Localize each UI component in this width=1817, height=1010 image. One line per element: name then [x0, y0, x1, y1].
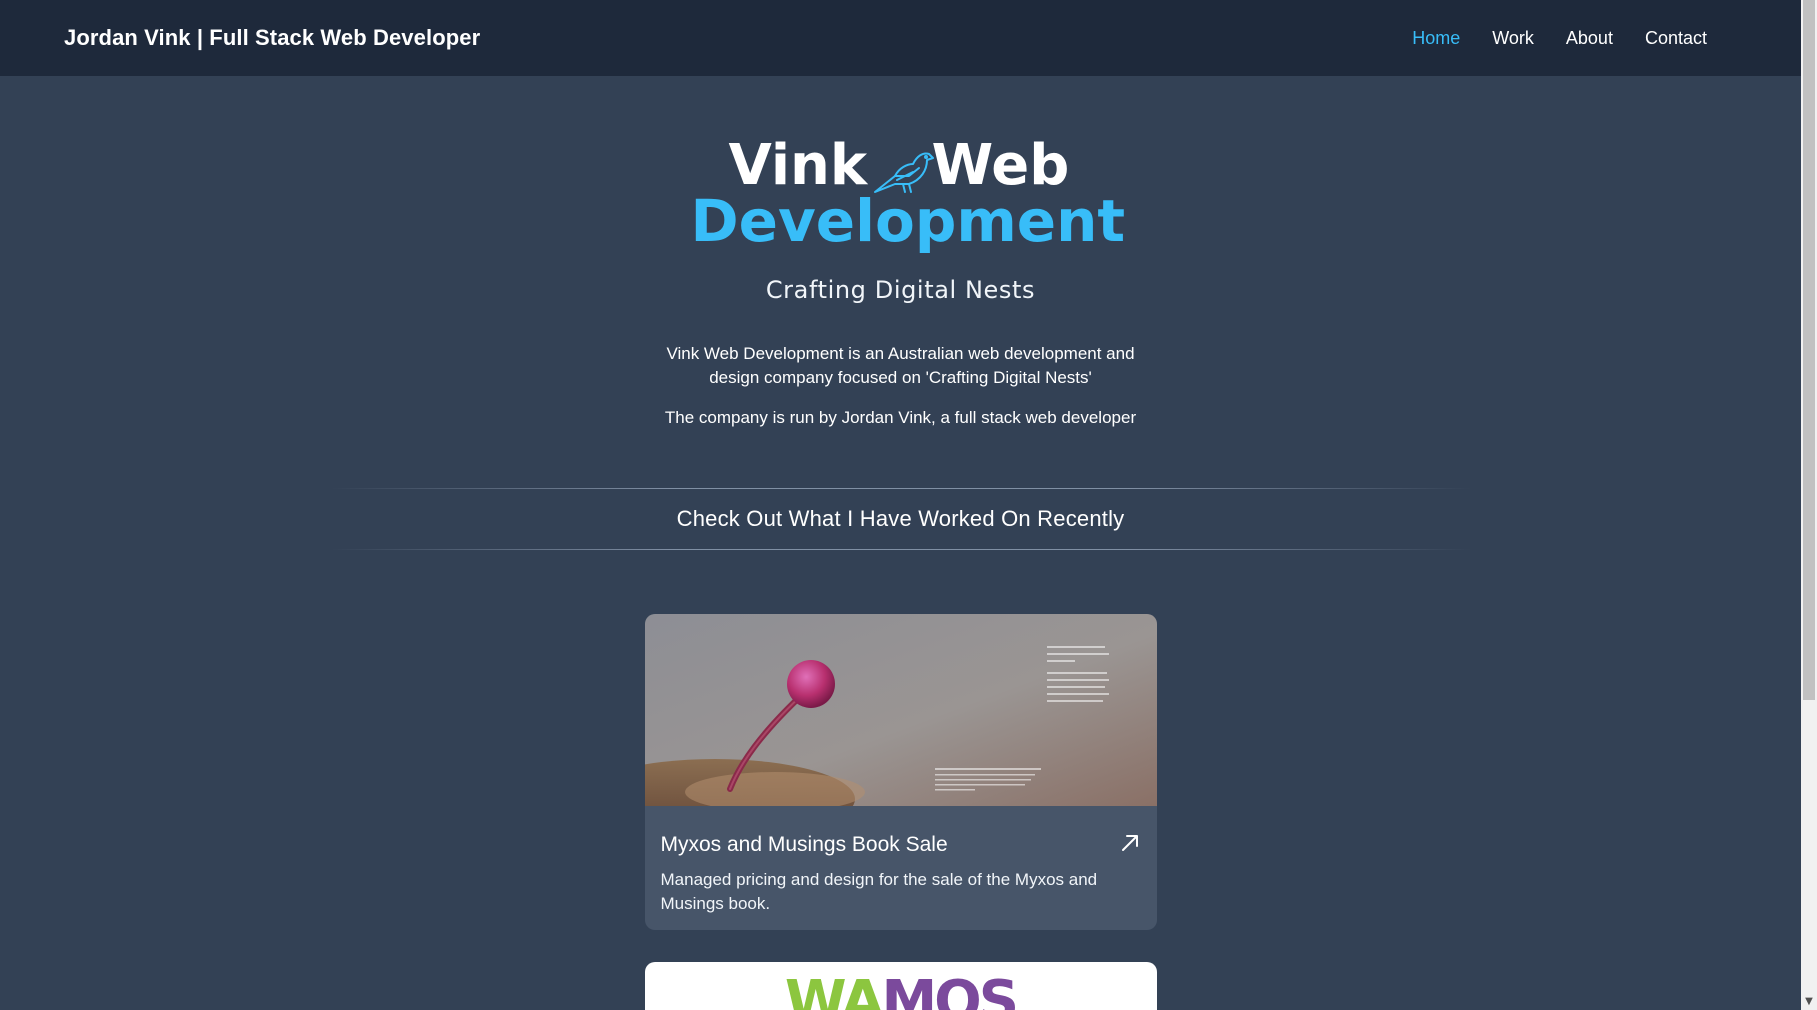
project-card-body: Myxos and Musings Book Sale Managed pric… [645, 806, 1157, 930]
divider [330, 549, 1471, 550]
nav-link-contact[interactable]: Contact [1645, 28, 1707, 49]
company-logo: Vink Web Development [690, 138, 1126, 255]
main-nav: Home Work About Contact [1412, 28, 1707, 49]
logo-word-web: Web [931, 133, 1070, 198]
intro-paragraph-2: The company is run by Jordan Vink, a ful… [664, 408, 1137, 427]
project-image [644, 614, 1157, 806]
site-brand[interactable]: Jordan Vink | Full Stack Web Developer [64, 25, 480, 51]
wamos-logo-part-b: MOS [881, 969, 1019, 1010]
nav-link-about[interactable]: About [1566, 28, 1613, 49]
logo-word-development: Development [690, 187, 1126, 255]
logo-line-1: Vink Web [729, 138, 1070, 194]
main-content: Vink Web Development Crafting Digital Ne… [0, 76, 1801, 1010]
project-card-myxos[interactable]: Myxos and Musings Book Sale Managed pric… [644, 614, 1157, 930]
work-section-header: Check Out What I Have Worked On Recently [330, 488, 1471, 550]
intro-text: Vink Web Development is an Australian we… [651, 342, 1151, 430]
arrow-up-right-icon[interactable] [1119, 832, 1141, 854]
page-scrollbar[interactable]: ▼ [1801, 0, 1817, 1010]
project-title[interactable]: Myxos and Musings Book Sale [661, 832, 1141, 858]
myxos-photo [644, 614, 1157, 806]
wamos-logo-part-a: WA [784, 969, 885, 1010]
site-header: Jordan Vink | Full Stack Web Developer H… [0, 0, 1801, 76]
wamos-logo: WAMOS [645, 974, 1157, 1010]
intro-paragraph-1: Vink Web Development is an Australian we… [666, 344, 1135, 387]
nav-link-work[interactable]: Work [1492, 28, 1534, 49]
project-card-wamos[interactable]: WAMOS [644, 962, 1157, 1010]
project-description: Managed pricing and design for the sale … [660, 870, 1098, 913]
nav-link-home[interactable]: Home [1412, 28, 1460, 49]
scroll-down-arrow-icon[interactable]: ▼ [1804, 997, 1814, 1007]
divider [330, 488, 1471, 489]
scrollbar-thumb[interactable] [1803, 0, 1815, 700]
tagline: Crafting Digital Nests [765, 276, 1036, 304]
work-section-title: Check Out What I Have Worked On Recently [676, 506, 1125, 531]
